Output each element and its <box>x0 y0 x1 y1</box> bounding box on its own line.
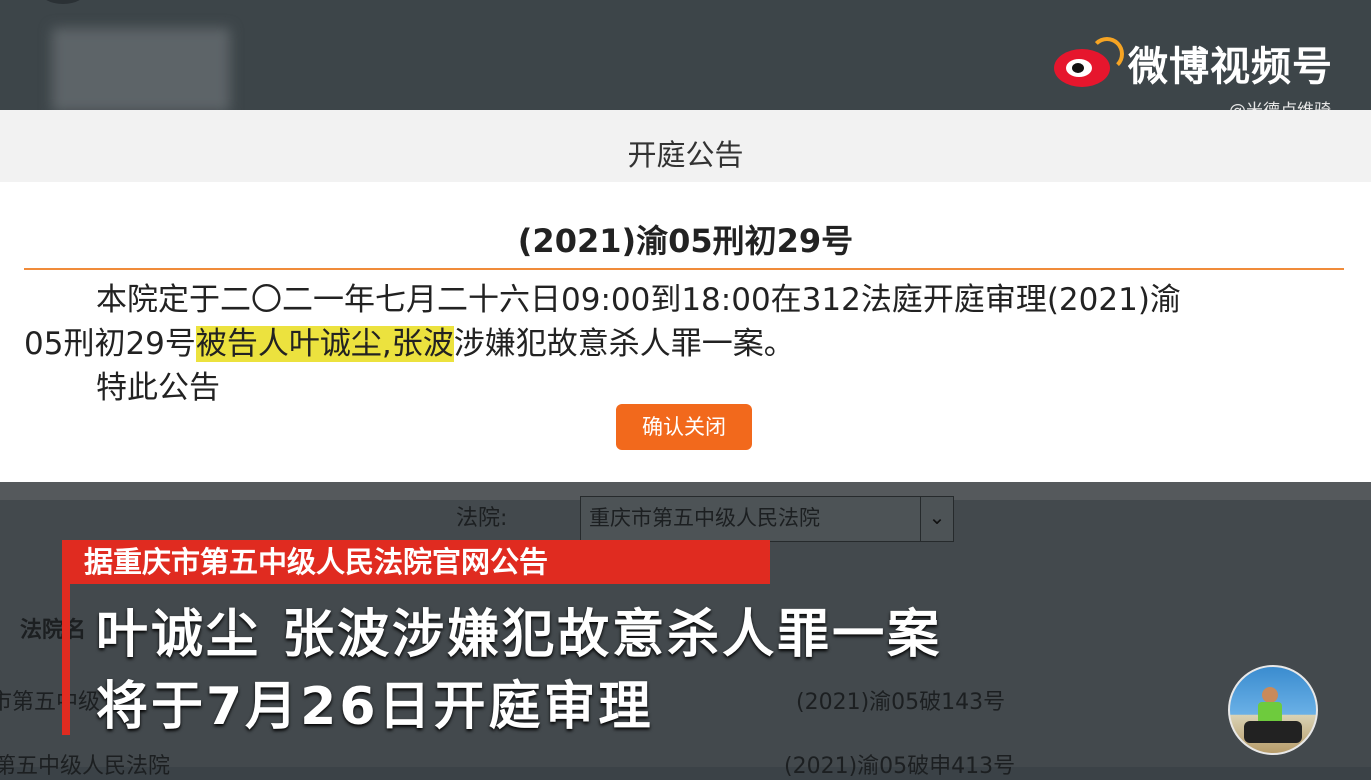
column-header-court-name: 法院名 <box>20 618 87 643</box>
avatar[interactable] <box>1228 665 1318 755</box>
divider-line <box>24 268 1344 270</box>
line2-prefix: 05刑初29号 <box>24 326 196 362</box>
table-row-2-court: 第五中级人民法院 <box>0 754 171 779</box>
weibo-watermark: 微博视频号 <box>1050 34 1333 92</box>
table-row-1-case[interactable]: (2021)渝05破143号 <box>796 684 1005 716</box>
case-number-title: (2021)渝05刑初29号 <box>517 222 854 260</box>
chevron-down-icon[interactable]: ⌄ <box>920 497 953 541</box>
modal-title: 开庭公告 <box>627 138 744 172</box>
court-select[interactable]: 重庆市第五中级人民法院 ⌄ <box>580 496 954 542</box>
weibo-brand-text: 微博视频号 <box>1128 44 1333 90</box>
table-row-2-case[interactable]: (2021)渝05破申413号 <box>784 748 1015 780</box>
line2-suffix: 涉嫌犯故意杀人罪一案。 <box>453 326 795 362</box>
court-select-value: 重庆市第五中级人民法院 <box>589 506 820 530</box>
confirm-close-button[interactable]: 确认关闭 <box>616 404 752 450</box>
caption-headline-2: 将于7月26日开庭审理 <box>96 677 654 737</box>
blurred-region <box>52 28 230 112</box>
table-row-1-court: 市第五中级 <box>0 690 101 715</box>
caption-source: 据重庆市第五中级人民法院官网公告 <box>70 540 770 584</box>
caption-headline-1: 叶诚尘 张波涉嫌犯故意杀人罪一案 <box>96 605 943 665</box>
weibo-logo-icon <box>1050 35 1124 91</box>
announcement-text: 本院定于二〇二一年七月二十六日09:00到18:00在312法庭开庭审理(202… <box>24 278 1324 410</box>
highlighted-defendants: 被告人叶诚尘,张波 <box>195 326 454 362</box>
announcement-line-1: 本院定于二〇二一年七月二十六日09:00到18:00在312法庭开庭审理(202… <box>96 282 1181 318</box>
modal-header: 开庭公告 <box>0 110 1371 182</box>
court-label: 法院: <box>456 506 508 531</box>
modal-body: (2021)渝05刑初29号 本院定于二〇二一年七月二十六日09:00到18:0… <box>0 182 1371 482</box>
announcement-line-2: 05刑初29号被告人叶诚尘,张波涉嫌犯故意杀人罪一案。 <box>24 322 1324 366</box>
caption-accent-bar <box>62 540 70 735</box>
